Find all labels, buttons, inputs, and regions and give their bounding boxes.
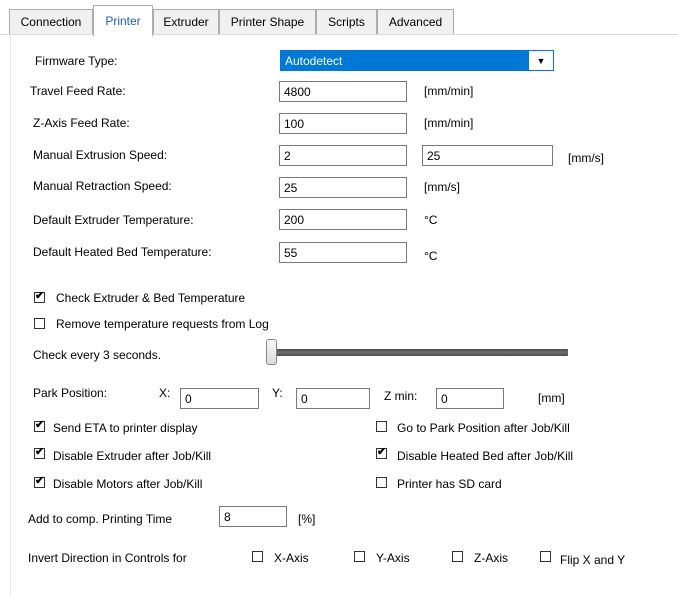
travel-feed-rate-unit: [mm/min] [424,84,474,98]
disable-motors-checkbox[interactable]: ✔ [34,475,45,488]
tab-advanced[interactable]: Advanced [377,9,454,34]
sd-card-label: Printer has SD card [397,477,502,491]
invert-z-label: Z-Axis [474,551,508,565]
manual-retraction-speed-unit: [mm/s] [424,180,460,194]
park-zmin-label: Z min: [384,389,418,403]
tab-printer-shape[interactable]: Printer Shape [219,9,316,34]
invert-x-label: X-Axis [274,551,309,565]
firmware-type-select[interactable]: Autodetect ▼ [280,50,554,71]
tab-scripts[interactable]: Scripts [316,9,377,34]
tab-extruder[interactable]: Extruder [153,9,219,34]
sd-card-checkbox[interactable] [376,477,387,488]
comp-printing-time-unit: [%] [298,512,316,526]
invert-y-label: Y-Axis [376,551,410,565]
manual-extrusion-speed-label: Manual Extrusion Speed: [33,148,168,162]
invert-z-checkbox[interactable] [452,551,463,562]
default-extruder-temperature-input[interactable]: 200 [279,209,407,230]
checkmark-icon: ✔ [35,419,45,431]
remove-temperature-requests-checkbox[interactable] [34,318,45,329]
park-y-input[interactable]: 0 [296,388,370,409]
invert-x-checkbox[interactable] [252,551,263,562]
send-eta-checkbox[interactable]: ✔ [34,419,45,432]
disable-extruder-label: Disable Extruder after Job/Kill [53,449,212,463]
disable-extruder-checkbox[interactable]: ✔ [34,446,45,459]
firmware-type-value: Autodetect [285,54,343,68]
comp-printing-time-label: Add to comp. Printing Time [28,512,173,526]
checkmark-icon: ✔ [377,446,387,458]
default-heated-bed-temperature-label: Default Heated Bed Temperature: [33,245,212,259]
z-axis-feed-rate-unit: [mm/min] [424,116,474,130]
manual-extrusion-speed-max-input[interactable]: 25 [422,145,553,166]
manual-retraction-speed-input[interactable]: 25 [279,177,407,198]
check-interval-slider-track[interactable] [268,349,568,356]
travel-feed-rate-input[interactable]: 4800 [279,81,407,102]
invert-direction-label: Invert Direction in Controls for [28,551,187,565]
check-temperature-checkbox[interactable]: ✔ [34,290,45,303]
send-eta-label: Send ETA to printer display [53,421,198,435]
manual-extrusion-speed-input[interactable]: 2 [279,145,407,166]
park-y-label: Y: [272,386,283,400]
firmware-type-label: Firmware Type: [35,54,118,68]
check-temperature-label: Check Extruder & Bed Temperature [56,291,246,305]
travel-feed-rate-label: Travel Feed Rate: [30,84,126,98]
z-axis-feed-rate-label: Z-Axis Feed Rate: [33,116,130,130]
flip-xy-checkbox[interactable] [540,551,551,562]
manual-extrusion-speed-unit: [mm/s] [568,151,604,165]
go-to-park-label: Go to Park Position after Job/Kill [397,421,570,435]
check-interval-label: Check every 3 seconds. [33,348,162,362]
invert-y-checkbox[interactable] [354,551,365,562]
panel-border [10,36,11,596]
chevron-down-icon[interactable]: ▼ [529,51,553,70]
remove-temperature-requests-label: Remove temperature requests from Log [56,317,269,331]
disable-heated-bed-label: Disable Heated Bed after Job/Kill [397,449,574,463]
checkmark-icon: ✔ [35,446,45,458]
go-to-park-checkbox[interactable] [376,421,387,432]
checkmark-icon: ✔ [35,475,45,487]
default-heated-bed-temperature-input[interactable]: 55 [279,242,407,263]
checkmark-icon: ✔ [35,290,45,302]
park-zmin-input[interactable]: 0 [436,388,504,409]
disable-motors-label: Disable Motors after Job/Kill [53,477,203,491]
flip-xy-label: Flip X and Y [560,553,626,567]
default-extruder-temperature-label: Default Extruder Temperature: [33,213,194,227]
park-x-label: X: [159,386,171,400]
park-position-label: Park Position: [33,386,108,400]
tab-bar: Connection Printer Extruder Printer Shap… [0,0,678,36]
tab-connection[interactable]: Connection [9,9,93,34]
disable-heated-bed-checkbox[interactable]: ✔ [376,446,387,459]
park-x-input[interactable]: 0 [180,388,259,409]
park-unit: [mm] [538,391,565,405]
comp-printing-time-input[interactable]: 8 [219,506,287,527]
manual-retraction-speed-label: Manual Retraction Speed: [33,179,172,193]
z-axis-feed-rate-input[interactable]: 100 [279,113,407,134]
default-extruder-temperature-unit: °C [424,213,438,227]
default-heated-bed-temperature-unit: °C [424,249,438,263]
check-interval-slider-thumb[interactable] [266,339,277,365]
tab-printer[interactable]: Printer [93,5,153,36]
